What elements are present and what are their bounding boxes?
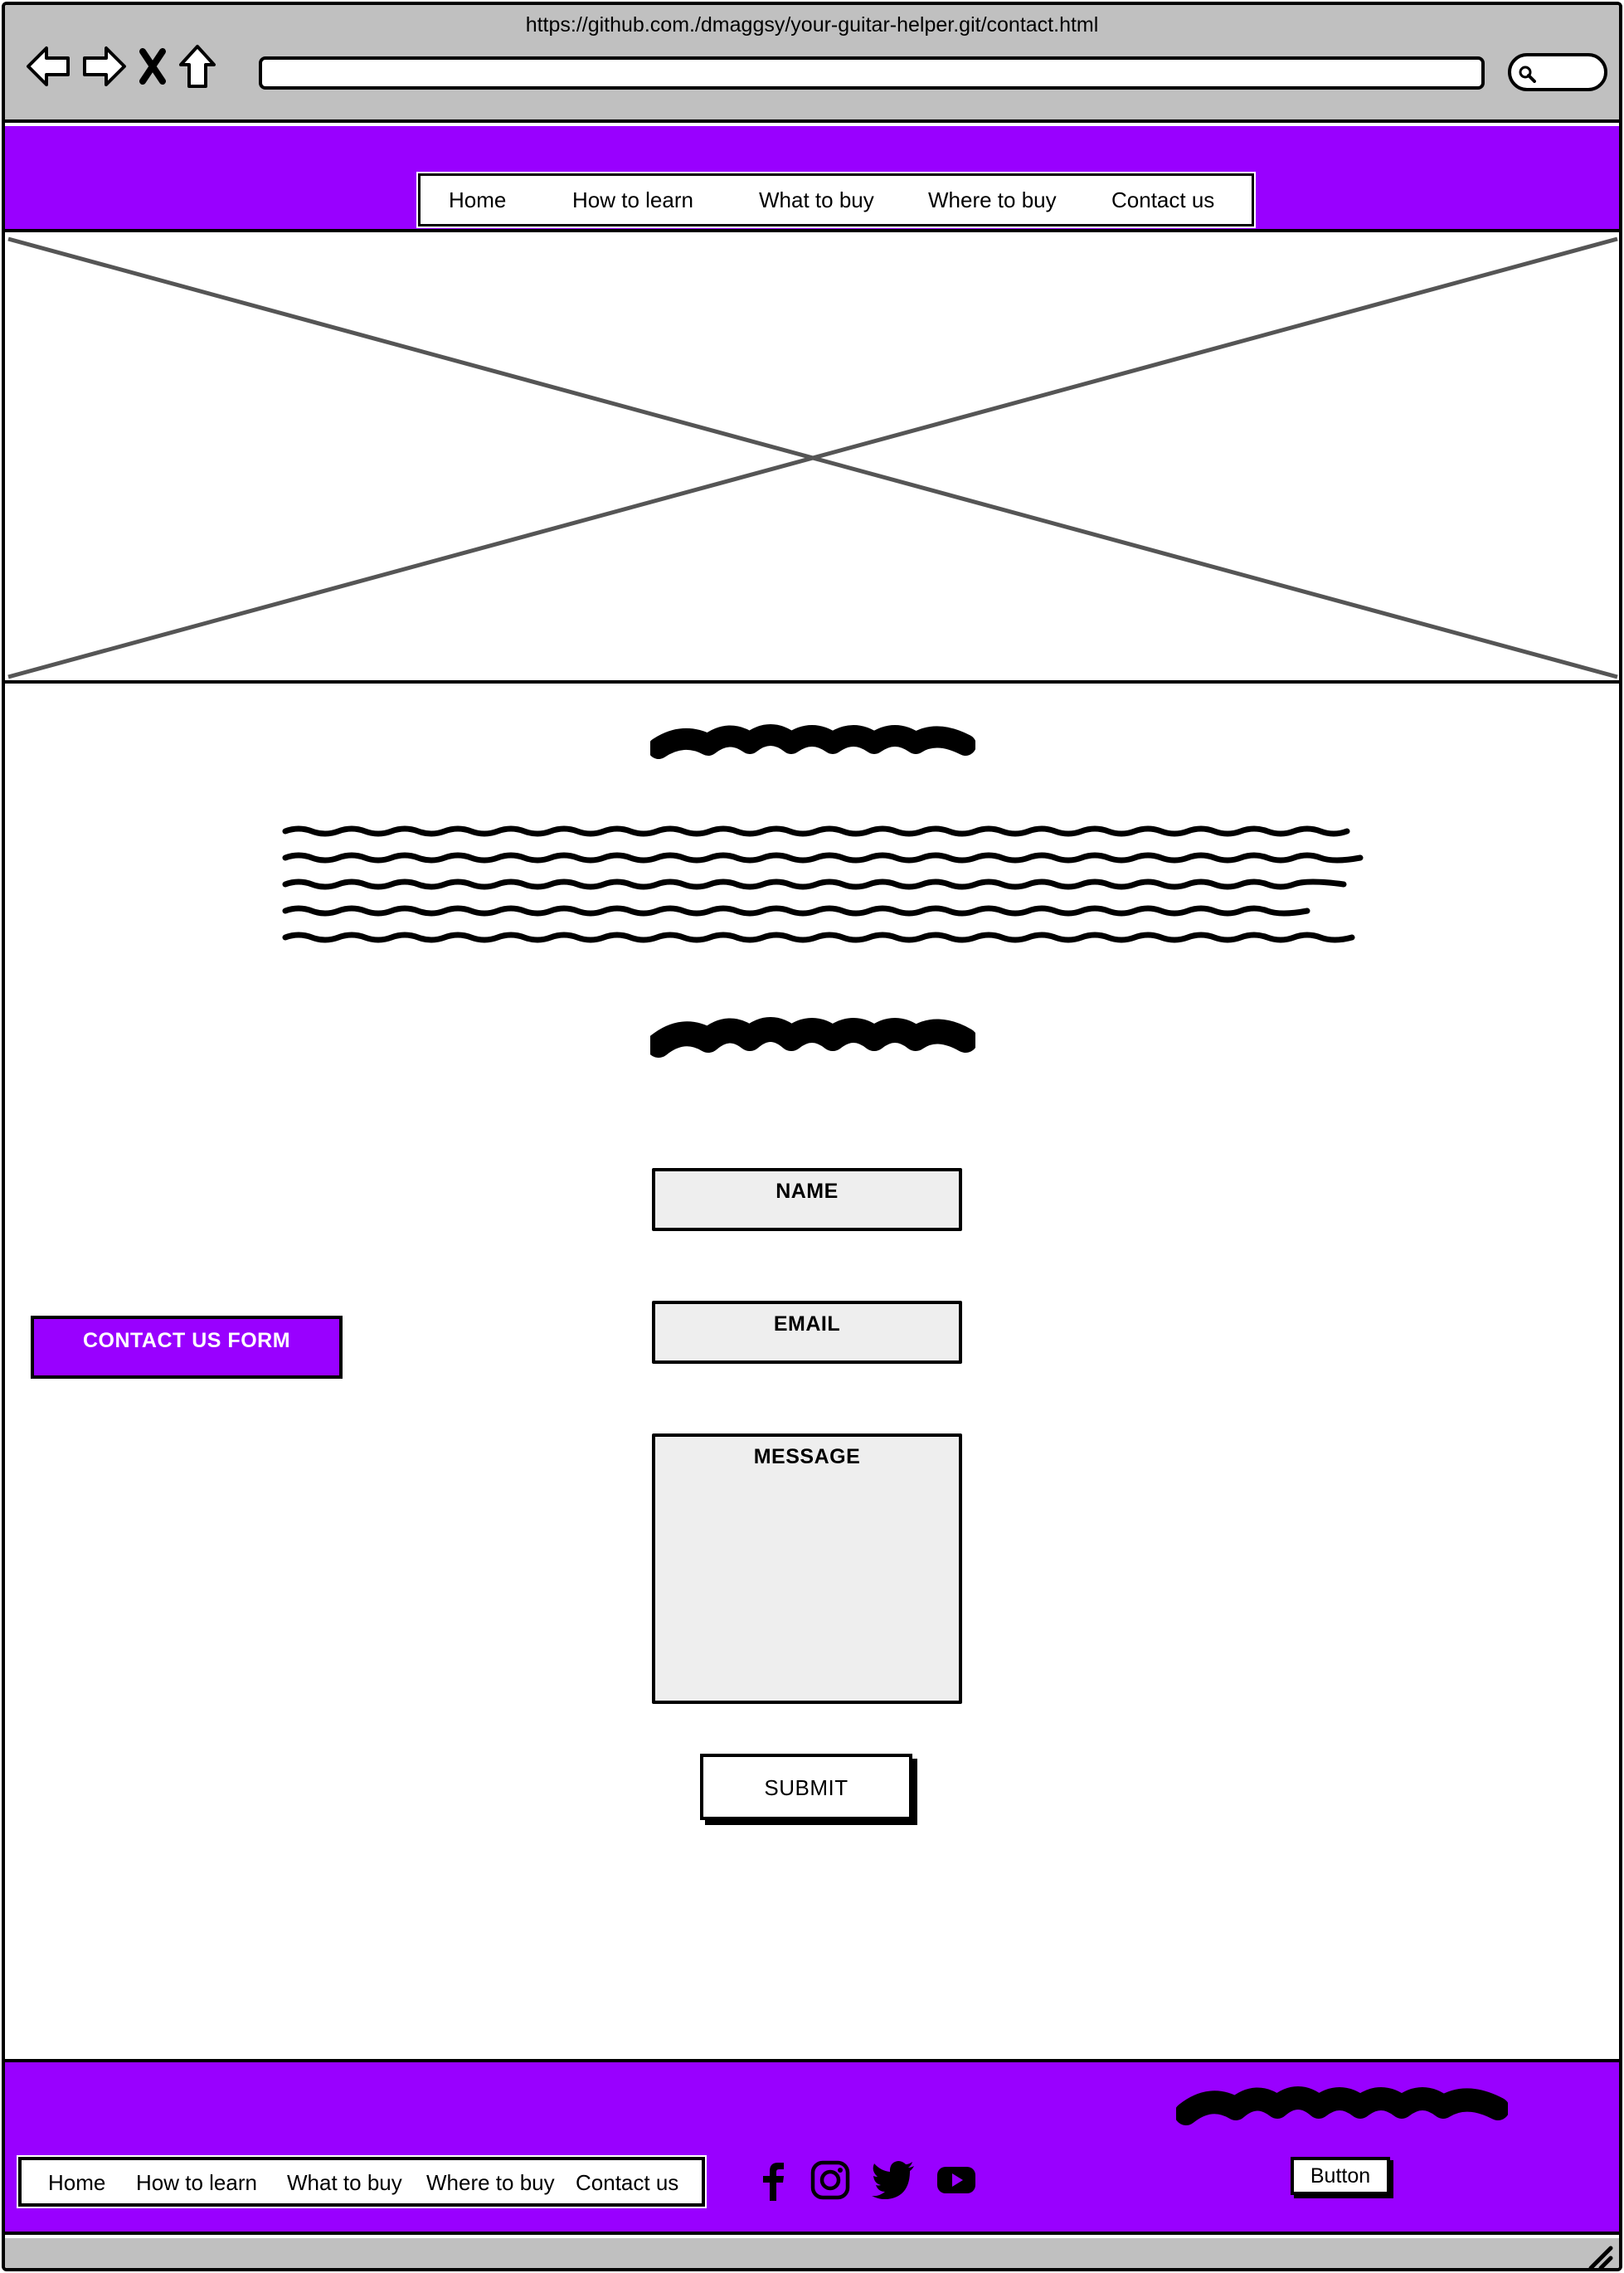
footer-nav-what-to-buy[interactable]: What to buy xyxy=(287,2170,402,2196)
social-links xyxy=(756,2159,977,2205)
hero-image-placeholder xyxy=(5,236,1619,684)
stop-x-icon[interactable] xyxy=(138,48,168,85)
site-footer: Home How to learn What to buy Where to b… xyxy=(5,2059,1619,2235)
footer-heading-placeholder xyxy=(1176,2086,1508,2125)
footer-nav: Home How to learn What to buy Where to b… xyxy=(18,2157,705,2207)
browser-window: https://github.com./dmaggsy/your-guitar-… xyxy=(2,2,1622,2271)
search-icon xyxy=(1519,66,1536,83)
browser-nav-buttons xyxy=(25,40,217,93)
paragraph-placeholder xyxy=(282,825,1364,943)
nav-where-to-buy[interactable]: Where to buy xyxy=(928,187,1057,213)
url-title: https://github.com./dmaggsy/your-guitar-… xyxy=(525,13,1099,37)
message-field-label: MESSAGE xyxy=(753,1445,861,1468)
footer-nav-where-to-buy[interactable]: Where to buy xyxy=(426,2170,555,2196)
main-nav: Home How to learn What to buy Where to b… xyxy=(418,173,1254,226)
forward-arrow-icon[interactable] xyxy=(81,45,128,88)
browser-status-bar xyxy=(5,2238,1619,2271)
browser-toolbar: https://github.com./dmaggsy/your-guitar-… xyxy=(5,5,1619,123)
email-field[interactable]: EMAIL xyxy=(652,1301,962,1364)
form-heading-placeholder xyxy=(650,1017,975,1058)
site-header: Home How to learn What to buy Where to b… xyxy=(5,126,1619,232)
email-field-label: EMAIL xyxy=(773,1312,841,1336)
footer-nav-how-to-learn[interactable]: How to learn xyxy=(136,2170,257,2196)
browser-search[interactable] xyxy=(1508,53,1607,91)
name-field[interactable]: NAME xyxy=(652,1168,962,1231)
footer-button[interactable]: Button xyxy=(1291,2157,1390,2195)
footer-nav-contact-us[interactable]: Contact us xyxy=(576,2170,678,2196)
nav-how-to-learn[interactable]: How to learn xyxy=(572,187,693,213)
facebook-icon[interactable] xyxy=(756,2158,790,2207)
heading-placeholder xyxy=(650,724,975,759)
nav-contact-us[interactable]: Contact us xyxy=(1111,187,1214,213)
nav-what-to-buy[interactable]: What to buy xyxy=(759,187,874,213)
youtube-icon[interactable] xyxy=(936,2163,977,2201)
address-bar[interactable] xyxy=(259,56,1485,90)
resize-handle-icon[interactable] xyxy=(1586,2243,1614,2271)
back-arrow-icon[interactable] xyxy=(25,45,71,88)
instagram-icon[interactable] xyxy=(810,2159,851,2205)
footer-nav-home[interactable]: Home xyxy=(48,2170,105,2196)
message-field[interactable]: MESSAGE xyxy=(652,1433,962,1704)
submit-button[interactable]: SUBMIT xyxy=(700,1754,912,1820)
nav-home[interactable]: Home xyxy=(449,187,506,213)
name-field-label: NAME xyxy=(776,1180,839,1203)
home-icon[interactable] xyxy=(177,43,217,90)
contact-us-form-button[interactable]: CONTACT US FORM xyxy=(31,1316,343,1379)
twitter-icon[interactable] xyxy=(871,2160,916,2203)
